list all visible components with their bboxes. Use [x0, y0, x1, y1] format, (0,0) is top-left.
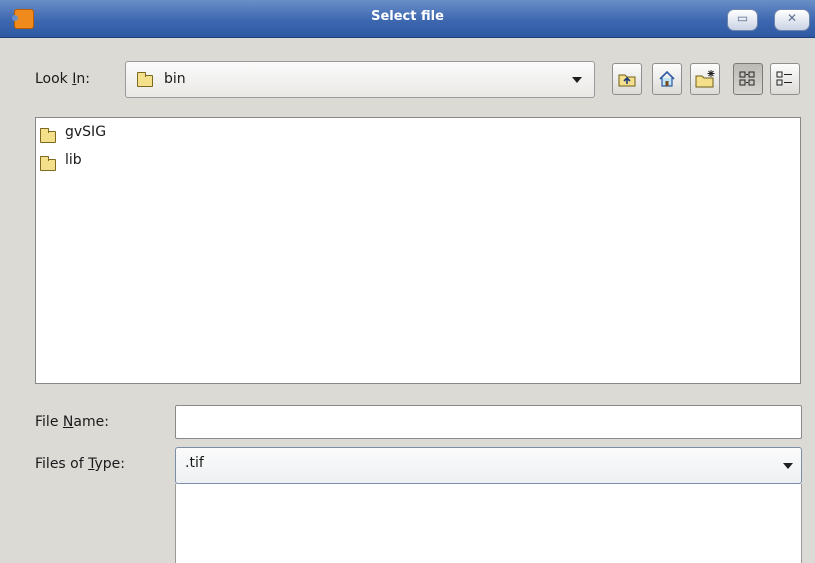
list-view-icon	[739, 71, 755, 86]
file-name: gvSIG	[65, 124, 107, 140]
folder-up-icon	[618, 74, 636, 87]
look-in-label-post: n:	[76, 71, 90, 87]
file-name-input[interactable]	[176, 406, 801, 438]
details-view-button[interactable]	[770, 63, 800, 95]
folder-icon	[40, 156, 56, 171]
file-name-label-mnemonic: N	[62, 414, 74, 430]
folder-icon	[137, 72, 153, 87]
title-bar[interactable]: Select file ▭ ✕	[0, 0, 815, 38]
look-in-label: Look In:	[35, 71, 90, 87]
file-type-label-pre: Files of	[35, 456, 89, 472]
list-view-button[interactable]	[733, 63, 763, 95]
close-icon: ✕	[786, 11, 798, 25]
file-name: lib	[65, 152, 82, 168]
new-folder-icon	[695, 70, 715, 88]
file-name-field-box[interactable]	[175, 405, 802, 439]
folder-icon	[40, 128, 56, 143]
file-name-label: File Name:	[35, 414, 109, 430]
minimize-icon: ▭	[736, 11, 749, 25]
chevron-down-icon	[572, 77, 582, 83]
file-list[interactable]: gvSIG lib	[35, 117, 801, 384]
file-type-value: .tif	[185, 455, 204, 471]
look-in-combobox[interactable]: bin	[125, 61, 595, 98]
look-in-value: bin	[164, 71, 186, 87]
close-button[interactable]: ✕	[774, 9, 810, 31]
window-title: Select file	[371, 9, 444, 24]
details-view-icon	[776, 71, 792, 86]
file-name-label-pre: File	[35, 414, 63, 430]
minimize-button[interactable]: ▭	[727, 9, 758, 31]
look-in-label-pre: Look	[35, 71, 73, 87]
file-type-combobox[interactable]: .tif	[175, 447, 802, 484]
file-type-dropdown-list[interactable]	[175, 484, 802, 563]
file-type-label: Files of Type:	[35, 456, 125, 472]
home-button[interactable]	[652, 63, 682, 95]
home-icon	[659, 70, 675, 87]
chevron-down-icon	[783, 463, 793, 469]
file-name-label-post: ame:	[73, 414, 109, 430]
new-folder-button[interactable]	[690, 63, 720, 95]
file-type-label-post: ype:	[94, 456, 126, 472]
up-one-level-button[interactable]	[612, 63, 642, 95]
